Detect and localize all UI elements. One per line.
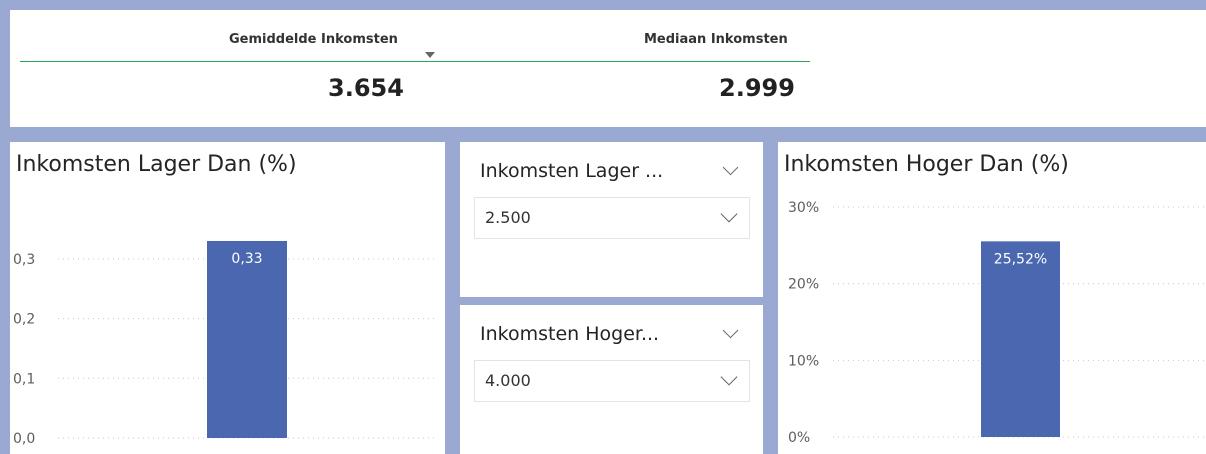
chart-plot: 0% 10% 20% 30% 25,52% — [788, 200, 1206, 446]
y-tick-label: 20% — [788, 277, 819, 293]
bar — [981, 241, 1060, 437]
y-tick-label: 10% — [788, 353, 819, 369]
sort-desc-icon[interactable] — [425, 52, 435, 58]
collapse-chevron-icon[interactable] — [722, 322, 739, 339]
dropdown-value: 4.000 — [485, 371, 531, 390]
dropdown-value: 2.500 — [485, 208, 531, 227]
chart-plot: 0,0 0,1 0,2 0,3 0,33 — [13, 240, 435, 447]
y-tick-label: 0,3 — [13, 252, 35, 268]
y-tick-label: 0,1 — [13, 371, 35, 387]
chart-income-higher[interactable]: Inkomsten Hoger Dan (%) 0% 10% 20% 30% 25,52… — [778, 142, 1206, 454]
bar — [207, 240, 287, 438]
mean-income-label[interactable]: Gemiddelde Inkomsten — [229, 32, 398, 47]
slicer-income-higher: Inkomsten Hoger... 4.000 — [460, 305, 763, 454]
income-higher-dropdown[interactable]: 4.000 — [474, 360, 750, 402]
slicer-income-lower: Inkomsten Lager ... 2.500 — [460, 142, 763, 297]
y-tick-label: 0% — [788, 430, 810, 446]
data-label: 0,33 — [231, 251, 262, 267]
median-income-label[interactable]: Mediaan Inkomsten — [644, 32, 788, 47]
chevron-down-icon[interactable] — [720, 368, 738, 386]
chart-income-lower[interactable]: Inkomsten Lager Dan (%) 0,0 0,1 0,2 0,3 0,33 — [10, 142, 445, 454]
median-income-value: 2.999 — [719, 74, 795, 102]
data-label: 25,52% — [994, 251, 1047, 267]
y-tick-label: 0,0 — [13, 431, 35, 447]
slicer-title: Inkomsten Hoger... — [480, 323, 660, 345]
kpi-panel: Gemiddelde Inkomsten Mediaan Inkomsten 3… — [10, 10, 1206, 127]
slicer-title: Inkomsten Lager ... — [480, 160, 664, 182]
header-underline — [20, 61, 810, 62]
y-tick-label: 0,2 — [13, 312, 35, 328]
collapse-chevron-icon[interactable] — [722, 159, 739, 176]
mean-income-value: 3.654 — [328, 74, 404, 102]
income-lower-dropdown[interactable]: 2.500 — [474, 197, 750, 239]
y-tick-label: 30% — [788, 200, 819, 216]
chevron-down-icon[interactable] — [720, 205, 738, 223]
